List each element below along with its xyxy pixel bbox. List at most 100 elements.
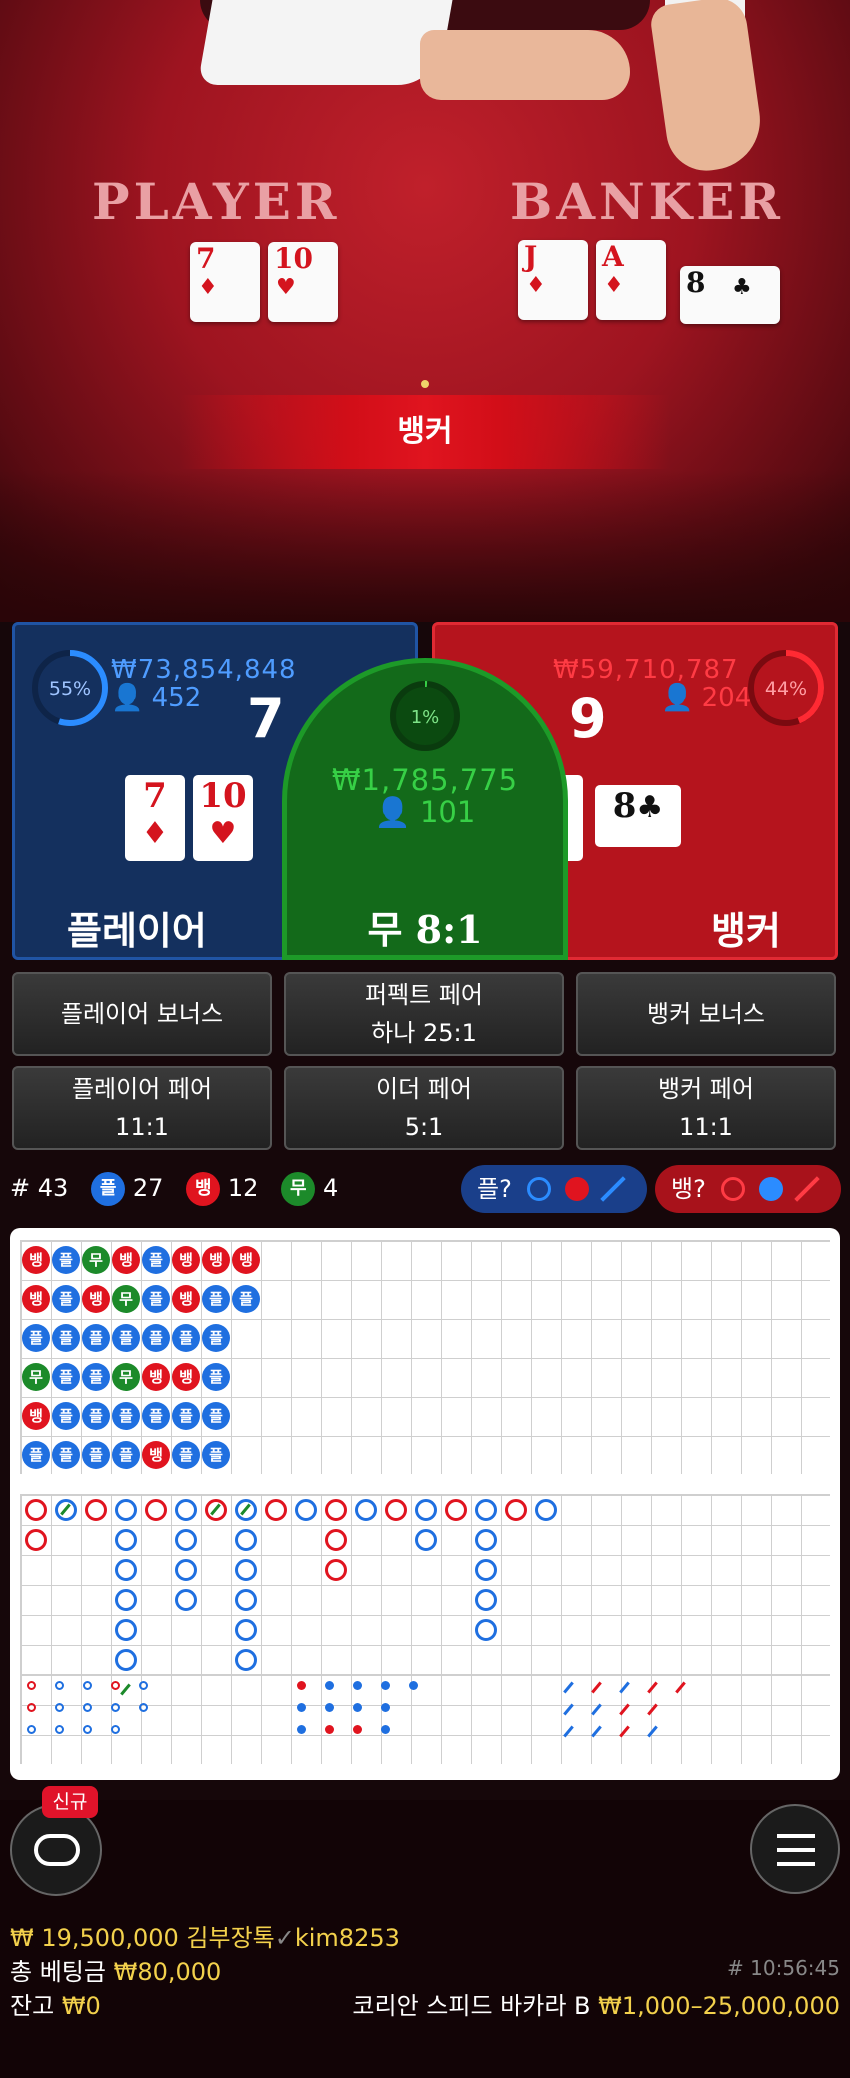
table-card-player-2: 10 ♥: [268, 242, 338, 322]
big-road-ring: [235, 1529, 257, 1551]
banker-bonus-button[interactable]: 뱅커 보너스: [576, 972, 836, 1056]
bead-cell: 플: [22, 1441, 50, 1469]
total-bet-label: 총 베팅금: [10, 1958, 106, 1986]
round-number: # 43: [10, 1174, 69, 1202]
cockroach-marker: [647, 1681, 658, 1694]
small-road-marker: [381, 1703, 390, 1712]
big-road-ring: [445, 1499, 467, 1521]
big-eye-marker: [83, 1703, 92, 1712]
small-road-marker: [353, 1703, 362, 1712]
big-road-ring: [175, 1499, 197, 1521]
tie-bet-amount: ₩1,785,775: [331, 763, 519, 797]
banker-ask-button[interactable]: 뱅?: [655, 1165, 841, 1213]
big-eye-marker: [139, 1681, 148, 1690]
bead-cell: 플: [22, 1324, 50, 1352]
tie-count: 4: [322, 1174, 339, 1202]
big-road-ring: [325, 1559, 347, 1581]
video-fade: [0, 470, 850, 622]
tie-bettors: 👤 101: [287, 795, 563, 830]
cockroach-marker: [619, 1681, 630, 1694]
cockroach-marker: [591, 1725, 602, 1738]
small-road-marker: [381, 1725, 390, 1734]
big-eye-marker: [55, 1725, 64, 1734]
small-road-marker: [325, 1725, 334, 1734]
table-label-player: PLAYER: [92, 172, 341, 231]
player-ask-label: 플?: [477, 1175, 512, 1203]
small-road-marker: [353, 1725, 362, 1734]
big-road-ring: [415, 1499, 437, 1521]
hamburger-menu-icon-line: [777, 1848, 815, 1852]
big-road-ring: [325, 1529, 347, 1551]
tie-bet-spot[interactable]: 1% ₩1,785,775 👤 101 무 8:1: [282, 658, 568, 960]
bead-cell: 플: [202, 1285, 230, 1313]
bead-cell: 플: [142, 1324, 170, 1352]
result-banner-text: 뱅커: [397, 414, 453, 449]
big-eye-marker: [55, 1703, 64, 1712]
player-count-badge: 플: [91, 1172, 126, 1206]
either-pair-button[interactable]: 이더 페어 5:1: [284, 1066, 564, 1150]
cockroach-marker: [619, 1703, 630, 1716]
bead-cell: 플: [52, 1246, 80, 1274]
big-road-ring: [505, 1499, 527, 1521]
table-limits: ₩1,000–25,000,000: [598, 1992, 840, 2020]
player-pair-button[interactable]: 플레이어 페어 11:1: [12, 1066, 272, 1150]
player-bonus-button[interactable]: 플레이어 보너스: [12, 972, 272, 1056]
live-video: PLAYER BANKER 7 ♦ 10 ♥ J ♦ A ♦ 8 ♣ 뱅커: [0, 0, 850, 622]
bead-cell: 플: [202, 1402, 230, 1430]
banker-pair-button[interactable]: 뱅커 페어 11:1: [576, 1066, 836, 1150]
bead-cell: 플: [52, 1441, 80, 1469]
bead-cell: 플: [172, 1324, 200, 1352]
big-road-ring: [265, 1499, 287, 1521]
small-road-marker: [325, 1703, 334, 1712]
game-screen: PLAYER BANKER 7 ♦ 10 ♥ J ♦ A ♦ 8 ♣ 뱅커 55% ₩73…: [0, 0, 850, 2078]
bead-cell: 무: [82, 1246, 110, 1274]
bead-cell: 플: [202, 1441, 230, 1469]
big-road-ring: [175, 1589, 197, 1611]
big-eye-marker: [27, 1703, 36, 1712]
big-road-ring: [535, 1499, 557, 1521]
bead-cell: 플: [112, 1324, 140, 1352]
menu-button[interactable]: [750, 1804, 840, 1894]
big-road-ring: [115, 1589, 137, 1611]
player-ask-button[interactable]: 플?: [461, 1165, 647, 1213]
person-icon: 👤: [374, 795, 411, 829]
bead-cell: 플: [52, 1402, 80, 1430]
player-bettors: 👤 452: [111, 683, 201, 713]
banker-label: 뱅커: [711, 909, 781, 953]
video-indicator-dot: [421, 380, 429, 388]
bead-road: 뱅플무뱅플뱅뱅뱅뱅플뱅무플뱅플플플플플플플플플무플플무뱅뱅플뱅플플플플플플플플플…: [20, 1240, 830, 1474]
big-road-ring: [475, 1619, 497, 1641]
big-road-ring: [115, 1649, 137, 1671]
bead-cell: 뱅: [232, 1246, 260, 1274]
cockroach-marker: [647, 1725, 658, 1738]
round-stats: # 43 플 27 뱅 12 무 4: [10, 1162, 338, 1214]
tie-label: 무 8:1: [367, 907, 483, 952]
bead-cell: 플: [52, 1363, 80, 1391]
bead-cell: 플: [82, 1402, 110, 1430]
cockroach-marker: [647, 1703, 658, 1716]
perfect-pair-button[interactable]: 퍼펙트 페어 하나 25:1: [284, 972, 564, 1056]
banker-bettors: 👤 204: [661, 683, 751, 713]
table-card-player-1: 7 ♦: [190, 242, 260, 322]
bead-cell: 플: [52, 1285, 80, 1313]
player-label: 플레이어: [67, 909, 207, 953]
bead-cell: 플: [112, 1402, 140, 1430]
chat-bubble-icon: [34, 1834, 80, 1866]
big-road-ring: [235, 1649, 257, 1671]
bead-cell: 뱅: [172, 1285, 200, 1313]
bead-cell: 플: [112, 1441, 140, 1469]
bead-cell: 플: [52, 1324, 80, 1352]
player-card-1: 7 ♦: [125, 775, 185, 861]
user-id: kim8253: [294, 1924, 400, 1952]
total-bet: 총 베팅금 ₩80,000: [10, 1952, 221, 1987]
bead-cell: 뱅: [22, 1402, 50, 1430]
big-road-ring: [295, 1499, 317, 1521]
hamburger-menu-icon-line: [777, 1862, 815, 1866]
user-info: ₩ 19,500,000 김부장톡✓kim8253: [10, 1918, 400, 1953]
big-road-ring: [475, 1559, 497, 1581]
banker-card-3: 8♣: [595, 785, 681, 847]
big-road-ring: [175, 1529, 197, 1551]
big-road-ring: [385, 1499, 407, 1521]
derived-roads: [20, 1674, 830, 1764]
scoreboard: 뱅플무뱅플뱅뱅뱅뱅플뱅무플뱅플플플플플플플플플무플플무뱅뱅플뱅플플플플플플플플플…: [10, 1228, 840, 1780]
